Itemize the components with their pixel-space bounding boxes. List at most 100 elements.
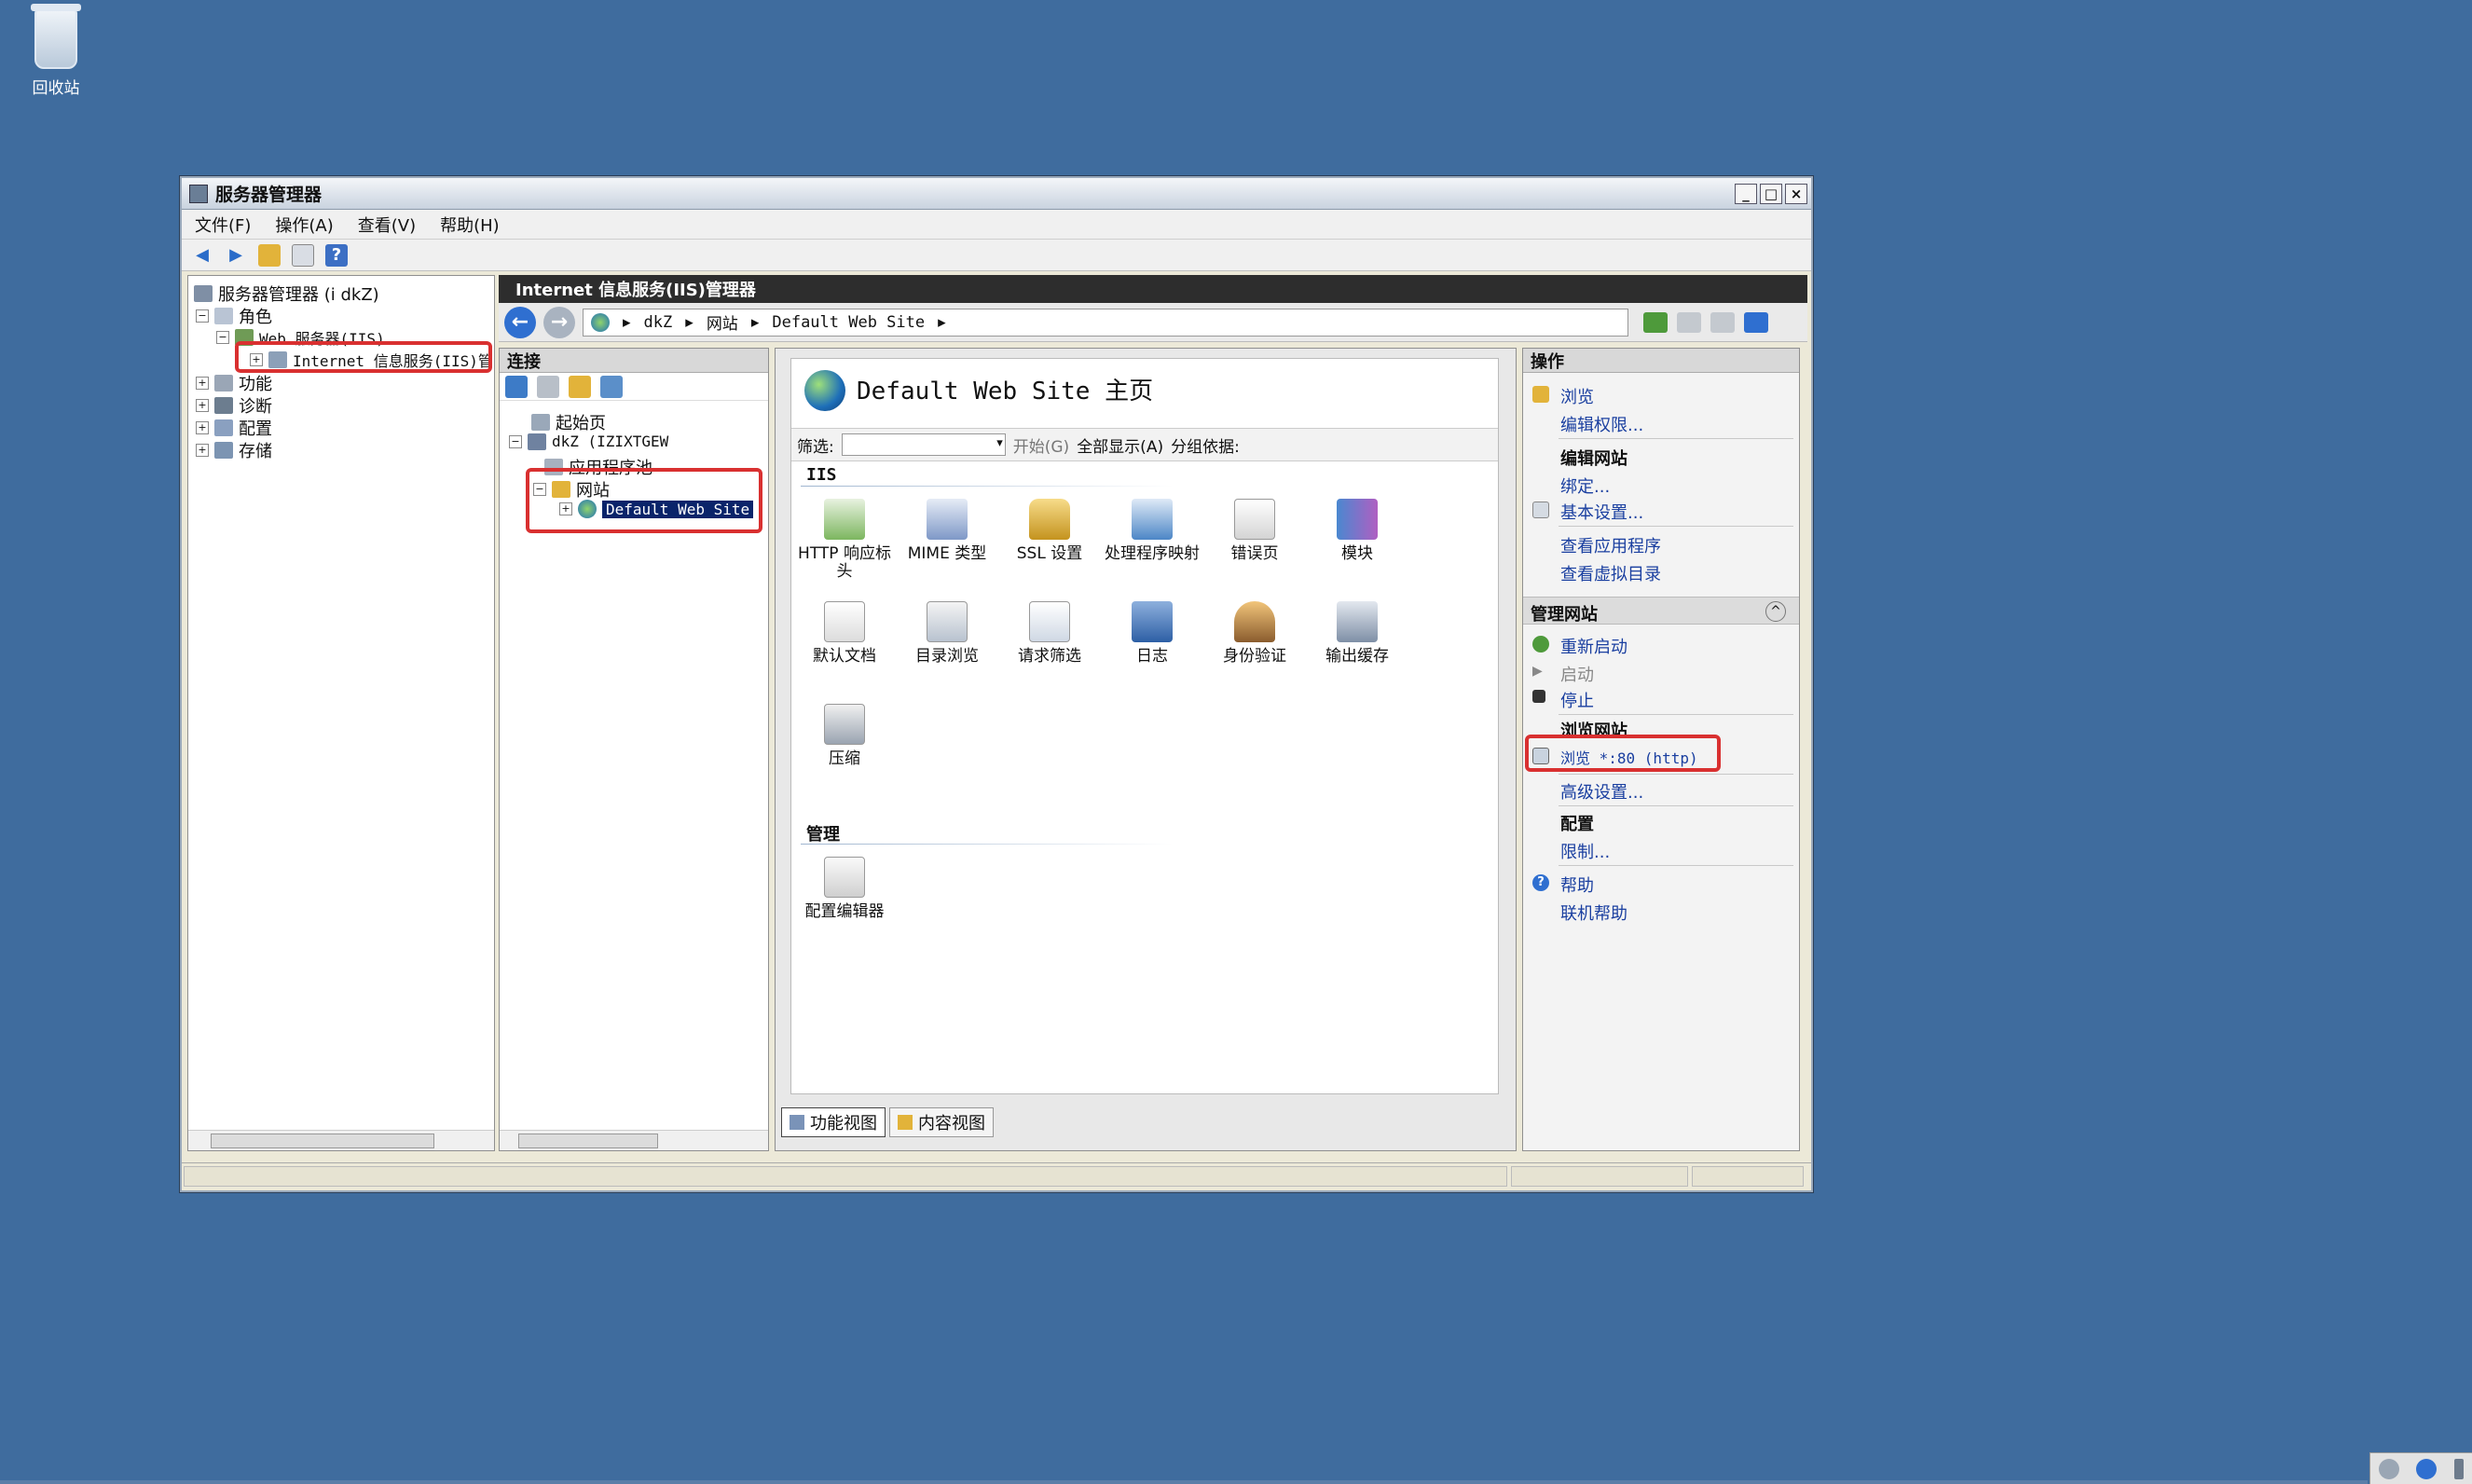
configuration-editor-icon: [824, 857, 865, 898]
action-online-help[interactable]: 联机帮助: [1560, 900, 1627, 925]
collapse-chevron-icon[interactable]: ^: [1765, 601, 1786, 622]
tree-item-configuration[interactable]: + 配置: [196, 416, 272, 440]
close-button[interactable]: ×: [1785, 183, 1807, 204]
recycle-bin-desktop-icon[interactable]: 回收站: [19, 4, 93, 98]
help-icon[interactable]: [1744, 311, 1768, 333]
section-divider: [801, 486, 1174, 487]
feature-authentication[interactable]: 身份验证: [1203, 601, 1306, 666]
refresh-icon[interactable]: [1643, 311, 1668, 333]
system-tray: [2369, 1452, 2472, 1484]
action-view-virtual-directories[interactable]: 查看虚拟目录: [1560, 561, 1661, 585]
title-bar[interactable]: 服务器管理器 _ □ ×: [182, 178, 1811, 210]
menu-help[interactable]: 帮助(H): [440, 213, 500, 237]
delete-connection-icon[interactable]: [600, 375, 623, 398]
highlight-box-iis-manager: [235, 341, 492, 373]
diagnostics-icon: [214, 397, 233, 414]
feature-logging[interactable]: 日志: [1101, 601, 1203, 666]
menu-action[interactable]: 操作(A): [275, 213, 333, 237]
feature-default-document[interactable]: 默认文档: [793, 601, 896, 666]
menu-view[interactable]: 查看(V): [358, 213, 416, 237]
start-filter-button[interactable]: 开始(G): [1013, 433, 1069, 457]
action-edit-permissions[interactable]: 编辑权限...: [1560, 412, 1643, 436]
filter-input[interactable]: [841, 433, 1006, 456]
action-stop[interactable]: 停止: [1560, 688, 1594, 712]
action-basic-settings[interactable]: 基本设置...: [1560, 500, 1643, 524]
status-panel-main: [184, 1166, 1507, 1187]
scrollbar-thumb[interactable]: [518, 1134, 658, 1148]
section-divider: [801, 844, 1174, 845]
save-icon[interactable]: [537, 375, 559, 398]
left-tree-horizontal-scrollbar[interactable]: [188, 1130, 494, 1150]
action-browse[interactable]: 浏览: [1560, 384, 1594, 408]
feature-compression[interactable]: 压缩: [793, 704, 896, 768]
breadcrumb-default-site[interactable]: Default Web Site: [772, 313, 925, 332]
tree-item-diagnostics[interactable]: + 诊断: [196, 393, 272, 418]
tree-item-server-node[interactable]: − dkZ (IZIXTGEW: [509, 433, 668, 450]
tab-features-view[interactable]: 功能视图: [781, 1107, 886, 1137]
browse-folder-icon: [1532, 386, 1549, 403]
start-page-icon: [531, 414, 550, 431]
tray-network-icon[interactable]: [2379, 1458, 2400, 1479]
connections-horizontal-scrollbar[interactable]: [500, 1130, 768, 1150]
action-restart[interactable]: 重新启动: [1560, 634, 1627, 658]
breadcrumb-server[interactable]: dkZ: [644, 313, 673, 332]
expand-toggle-icon[interactable]: +: [196, 399, 209, 412]
action-start[interactable]: 启动: [1560, 662, 1594, 686]
home-icon[interactable]: [1710, 311, 1735, 333]
configuration-icon: [214, 419, 233, 436]
window-title: 服务器管理器: [215, 185, 323, 205]
tree-item-server-manager[interactable]: 服务器管理器 (i dkZ): [194, 282, 379, 306]
section-iis-heading: IIS: [806, 465, 837, 485]
collapse-toggle-icon[interactable]: −: [509, 434, 522, 448]
tree-item-storage[interactable]: + 存储: [196, 438, 272, 462]
action-advanced-settings[interactable]: 高级设置...: [1560, 779, 1643, 804]
forward-arrow-icon[interactable]: ▶: [225, 244, 247, 267]
tray-info-icon[interactable]: [2416, 1458, 2438, 1479]
stop-loading-icon[interactable]: [1677, 311, 1701, 333]
action-view-applications[interactable]: 查看应用程序: [1560, 533, 1661, 557]
up-folder-icon[interactable]: [258, 243, 281, 267]
back-arrow-icon[interactable]: ◀: [191, 244, 213, 267]
feature-handler-mappings[interactable]: 处理程序映射: [1101, 499, 1203, 563]
back-button[interactable]: ←: [504, 306, 536, 338]
scrollbar-thumb[interactable]: [211, 1134, 434, 1148]
tree-item-roles[interactable]: − 角色: [196, 304, 272, 328]
group-by-label[interactable]: 分组依据:: [1171, 433, 1240, 457]
maximize-button[interactable]: □: [1760, 183, 1782, 204]
address-field[interactable]: ▸ dkZ ▸ 网站 ▸ Default Web Site ▸: [583, 308, 1628, 337]
server-icon: [194, 285, 213, 302]
feature-ssl-settings[interactable]: SSL 设置: [998, 499, 1101, 563]
feature-output-caching[interactable]: 输出缓存: [1306, 601, 1408, 666]
expand-toggle-icon[interactable]: +: [196, 444, 209, 457]
action-help[interactable]: 帮助: [1560, 873, 1594, 897]
action-limits[interactable]: 限制...: [1560, 839, 1610, 863]
show-all-button[interactable]: 全部显示(A): [1077, 433, 1163, 457]
show-hide-tree-icon[interactable]: [292, 243, 314, 267]
minimize-button[interactable]: _: [1735, 183, 1757, 204]
connect-icon[interactable]: [505, 375, 528, 398]
collapse-toggle-icon[interactable]: −: [196, 309, 209, 323]
feature-configuration-editor[interactable]: 配置编辑器: [793, 857, 896, 921]
feature-modules[interactable]: 模块: [1306, 499, 1408, 563]
collapse-toggle-icon[interactable]: −: [216, 331, 229, 344]
up-level-icon[interactable]: [569, 375, 591, 398]
breadcrumb-sites[interactable]: 网站: [707, 310, 738, 334]
expand-toggle-icon[interactable]: +: [196, 377, 209, 390]
connections-toolbar: [500, 373, 768, 401]
tree-item-features[interactable]: + 功能: [196, 371, 272, 395]
expand-toggle-icon[interactable]: +: [196, 421, 209, 434]
menu-file[interactable]: 文件(F): [195, 213, 251, 237]
help-icon[interactable]: ?: [325, 243, 348, 267]
forward-button[interactable]: →: [543, 306, 575, 338]
feature-request-filtering[interactable]: 请求筛选: [998, 601, 1101, 666]
feature-error-pages[interactable]: 错误页: [1203, 499, 1306, 563]
action-bindings[interactable]: 绑定...: [1560, 474, 1610, 498]
tab-content-view[interactable]: 内容视图: [889, 1107, 994, 1137]
feature-http-response-headers[interactable]: HTTP 响应标头: [793, 499, 896, 581]
feature-mime-types[interactable]: MIME 类型: [896, 499, 998, 563]
ssl-lock-icon: [1029, 499, 1070, 540]
feature-directory-browsing[interactable]: 目录浏览: [896, 601, 998, 666]
server-manager-app-icon: [189, 184, 208, 203]
tray-expand-icon[interactable]: [2453, 1458, 2464, 1479]
tree-item-start-page[interactable]: 起始页: [531, 410, 606, 434]
